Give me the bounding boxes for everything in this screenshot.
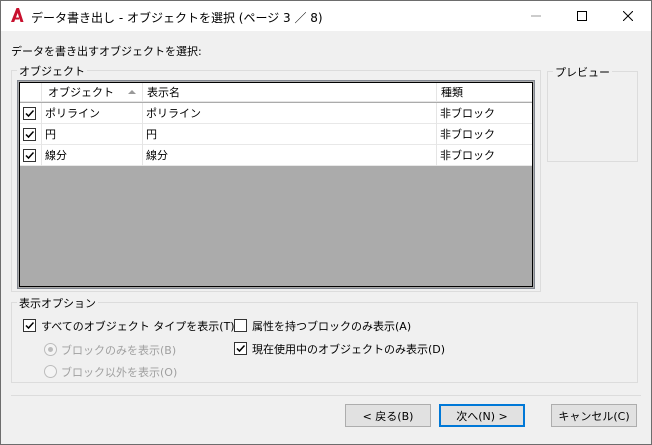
close-icon — [623, 11, 633, 21]
non-blocks-only-radio[interactable] — [44, 365, 57, 378]
show-all-types-checkbox[interactable] — [23, 319, 36, 332]
blocks-only-label: ブロックのみを表示(B) — [61, 344, 177, 357]
row-checkbox[interactable] — [23, 128, 36, 141]
header-object[interactable]: オブジェクト — [42, 83, 143, 102]
back-button[interactable]: < 戻る(B) — [345, 404, 431, 427]
instruction-text: データを書き出すオブジェクトを選択: — [11, 45, 202, 58]
header-check-column — [20, 83, 42, 102]
cell-object: 円 — [42, 124, 143, 145]
cell-object: ポリライン — [42, 103, 143, 124]
footer-separator — [11, 395, 641, 396]
radio-selected-dot — [48, 347, 53, 352]
close-button[interactable] — [605, 1, 651, 31]
display-options-group-label: 表示オプション — [17, 295, 98, 311]
maximize-button[interactable] — [559, 1, 605, 31]
attr-blocks-only-label[interactable]: 属性を持つブロックのみ表示(A) — [252, 318, 411, 334]
cell-type: 非ブロック — [440, 149, 495, 162]
cell-display-name: ポリライン — [143, 103, 437, 124]
autocad-logo-icon — [9, 7, 25, 23]
non-blocks-only-label: ブロック以外を表示(O) — [61, 366, 178, 379]
preview-group — [547, 71, 638, 162]
checkmark-icon — [25, 151, 35, 160]
next-button[interactable]: 次へ(N) > — [439, 404, 525, 427]
header-type[interactable]: 種類 — [437, 83, 532, 102]
cell-display-name: 円 — [143, 124, 437, 145]
window-title: データ書き出し - オブジェクトを選択 (ページ 3 ／ 8) — [31, 11, 323, 25]
minimize-button[interactable] — [513, 1, 559, 31]
object-list[interactable]: オブジェクト 表示名 種類 ポリライン ポリライン 非ブロック 円 円 非ブロッ… — [17, 80, 535, 289]
row-checkbox-cell — [20, 124, 42, 145]
in-use-only-label[interactable]: 現在使用中のオブジェクトのみ表示(D) — [252, 341, 445, 357]
checkmark-icon — [25, 109, 35, 118]
checkmark-icon — [25, 130, 35, 139]
preview-group-label: プレビュー — [553, 64, 612, 80]
checkmark-icon — [25, 321, 35, 330]
show-all-types-label[interactable]: すべてのオブジェクト タイプを表示(T) — [41, 318, 235, 334]
row-checkbox[interactable] — [23, 149, 36, 162]
sort-ascending-icon — [128, 90, 136, 94]
title-bar: データ書き出し - オブジェクトを選択 (ページ 3 ／ 8) — [1, 1, 651, 31]
row-checkbox-cell — [20, 103, 42, 124]
table-row[interactable]: ポリライン ポリライン 非ブロック — [20, 103, 532, 124]
blocks-only-radio[interactable] — [44, 343, 57, 356]
checkmark-icon — [236, 344, 246, 353]
in-use-only-checkbox[interactable] — [234, 342, 247, 355]
row-checkbox-cell — [20, 145, 42, 166]
row-checkbox[interactable] — [23, 107, 36, 120]
cell-type: 非ブロック — [440, 128, 495, 141]
cancel-button[interactable]: キャンセル(C) — [551, 404, 637, 427]
cell-object: 線分 — [42, 145, 143, 166]
cell-type: 非ブロック — [440, 107, 495, 120]
minimize-icon — [531, 15, 541, 17]
dialog-window: データ書き出し - オブジェクトを選択 (ページ 3 ／ 8) データを書き出す… — [0, 0, 652, 445]
cell-display-name: 線分 — [143, 145, 437, 166]
objects-group-label: オブジェクト — [17, 63, 87, 79]
table-row[interactable]: 線分 線分 非ブロック — [20, 145, 532, 166]
attr-blocks-only-checkbox[interactable] — [234, 319, 247, 332]
list-header: オブジェクト 表示名 種類 — [20, 83, 532, 102]
maximize-icon — [577, 11, 587, 21]
table-row[interactable]: 円 円 非ブロック — [20, 124, 532, 145]
header-display-name[interactable]: 表示名 — [143, 83, 437, 102]
